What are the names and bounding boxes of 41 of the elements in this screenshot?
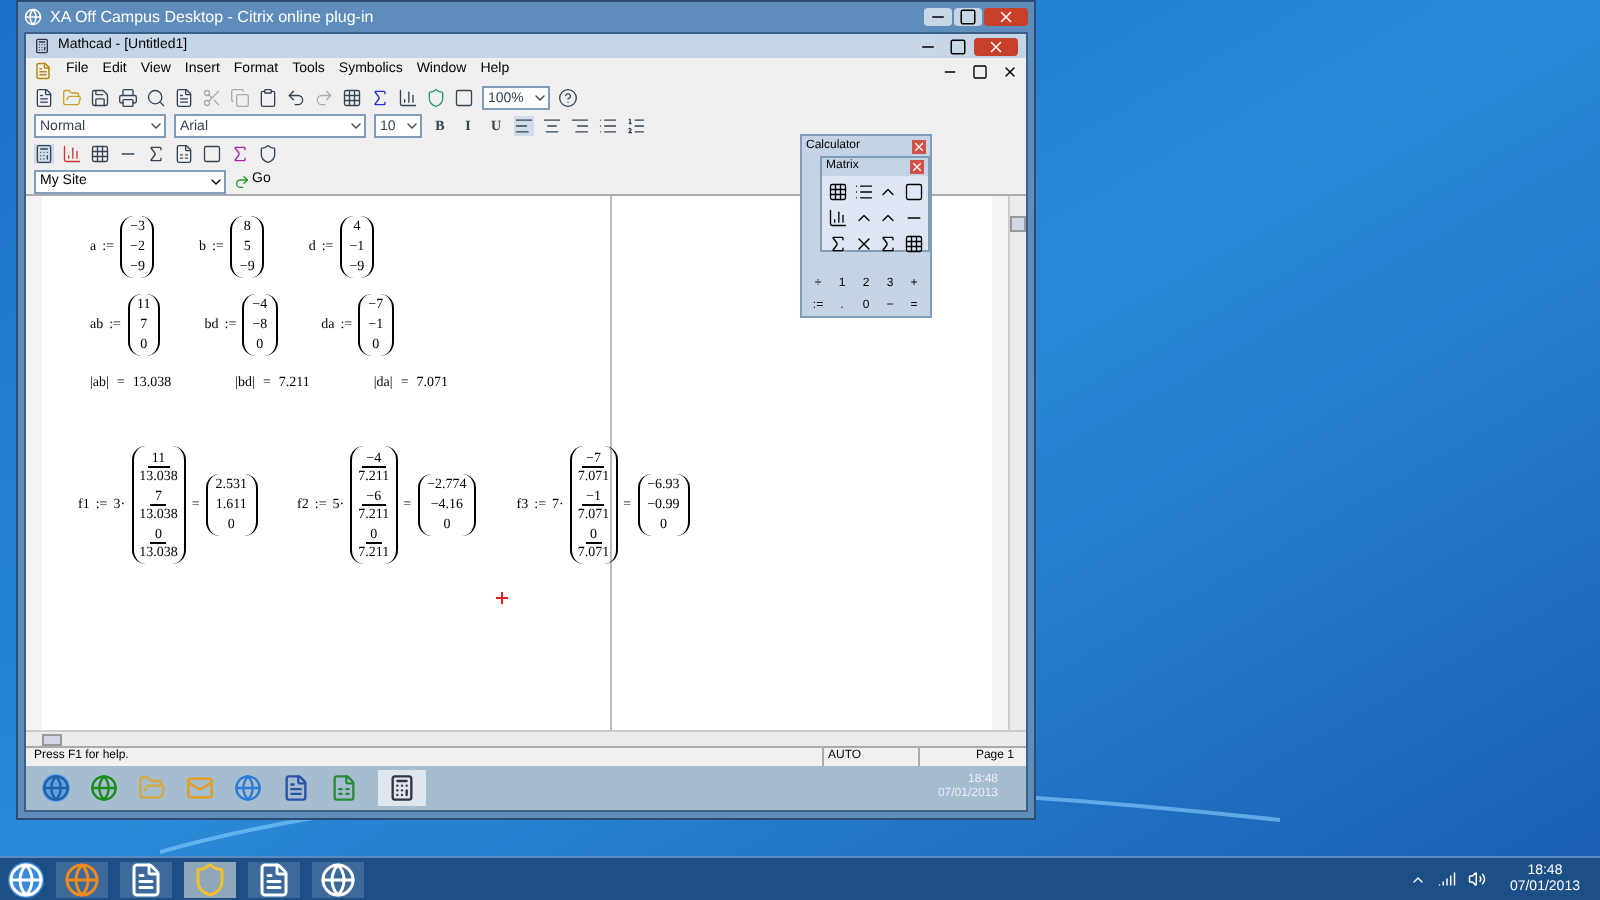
network-icon[interactable]	[1437, 870, 1456, 888]
insert-matrix-icon[interactable]	[342, 88, 362, 108]
maximize-icon[interactable]	[944, 37, 972, 55]
minimize-icon[interactable]	[914, 37, 942, 55]
align-left-icon[interactable]	[514, 116, 534, 136]
word-processor-icon[interactable]	[248, 861, 300, 897]
scrollbar-thumb[interactable]	[1010, 216, 1026, 232]
close-icon[interactable]	[1002, 63, 1018, 79]
region-icon[interactable]	[454, 88, 474, 108]
browser-icon[interactable]	[56, 861, 108, 897]
numbered-list-icon[interactable]	[626, 116, 646, 136]
print-icon[interactable]	[118, 88, 138, 108]
graph-icon[interactable]	[62, 144, 82, 164]
document-icon	[34, 62, 52, 80]
word-processor-icon[interactable]	[282, 774, 310, 802]
restore-icon[interactable]	[972, 63, 988, 79]
scrollbar-thumb[interactable]	[42, 733, 62, 745]
paste-icon[interactable]	[258, 88, 278, 108]
start-orb-icon[interactable]	[42, 774, 70, 802]
chart-icon[interactable]	[398, 88, 418, 108]
help-icon[interactable]	[558, 88, 578, 108]
save-icon[interactable]	[90, 88, 110, 108]
minimize-icon[interactable]	[924, 8, 952, 26]
horizontal-scrollbar[interactable]	[26, 730, 1026, 746]
new-icon[interactable]	[34, 88, 54, 108]
crosshair-icon	[496, 592, 508, 604]
align-center-icon[interactable]	[542, 116, 562, 136]
go-arrow-icon	[234, 173, 250, 189]
bullet-list-icon[interactable]	[598, 116, 618, 136]
maximize-icon[interactable]	[954, 8, 982, 26]
matrix-insert-icon[interactable]	[828, 182, 848, 202]
print-preview-icon[interactable]	[146, 88, 166, 108]
matrix-icon[interactable]	[90, 144, 110, 164]
undo-icon[interactable]	[286, 88, 306, 108]
calculator-icon[interactable]	[34, 144, 54, 164]
document-icon[interactable]	[120, 861, 172, 897]
align-right-icon[interactable]	[570, 116, 590, 136]
shield-icon[interactable]	[184, 861, 236, 897]
vertical-scrollbar[interactable]	[1008, 196, 1026, 730]
window-title: XA Off Campus Desktop - Citrix online plug-in	[50, 5, 374, 29]
speaker-icon[interactable]	[1467, 870, 1486, 888]
